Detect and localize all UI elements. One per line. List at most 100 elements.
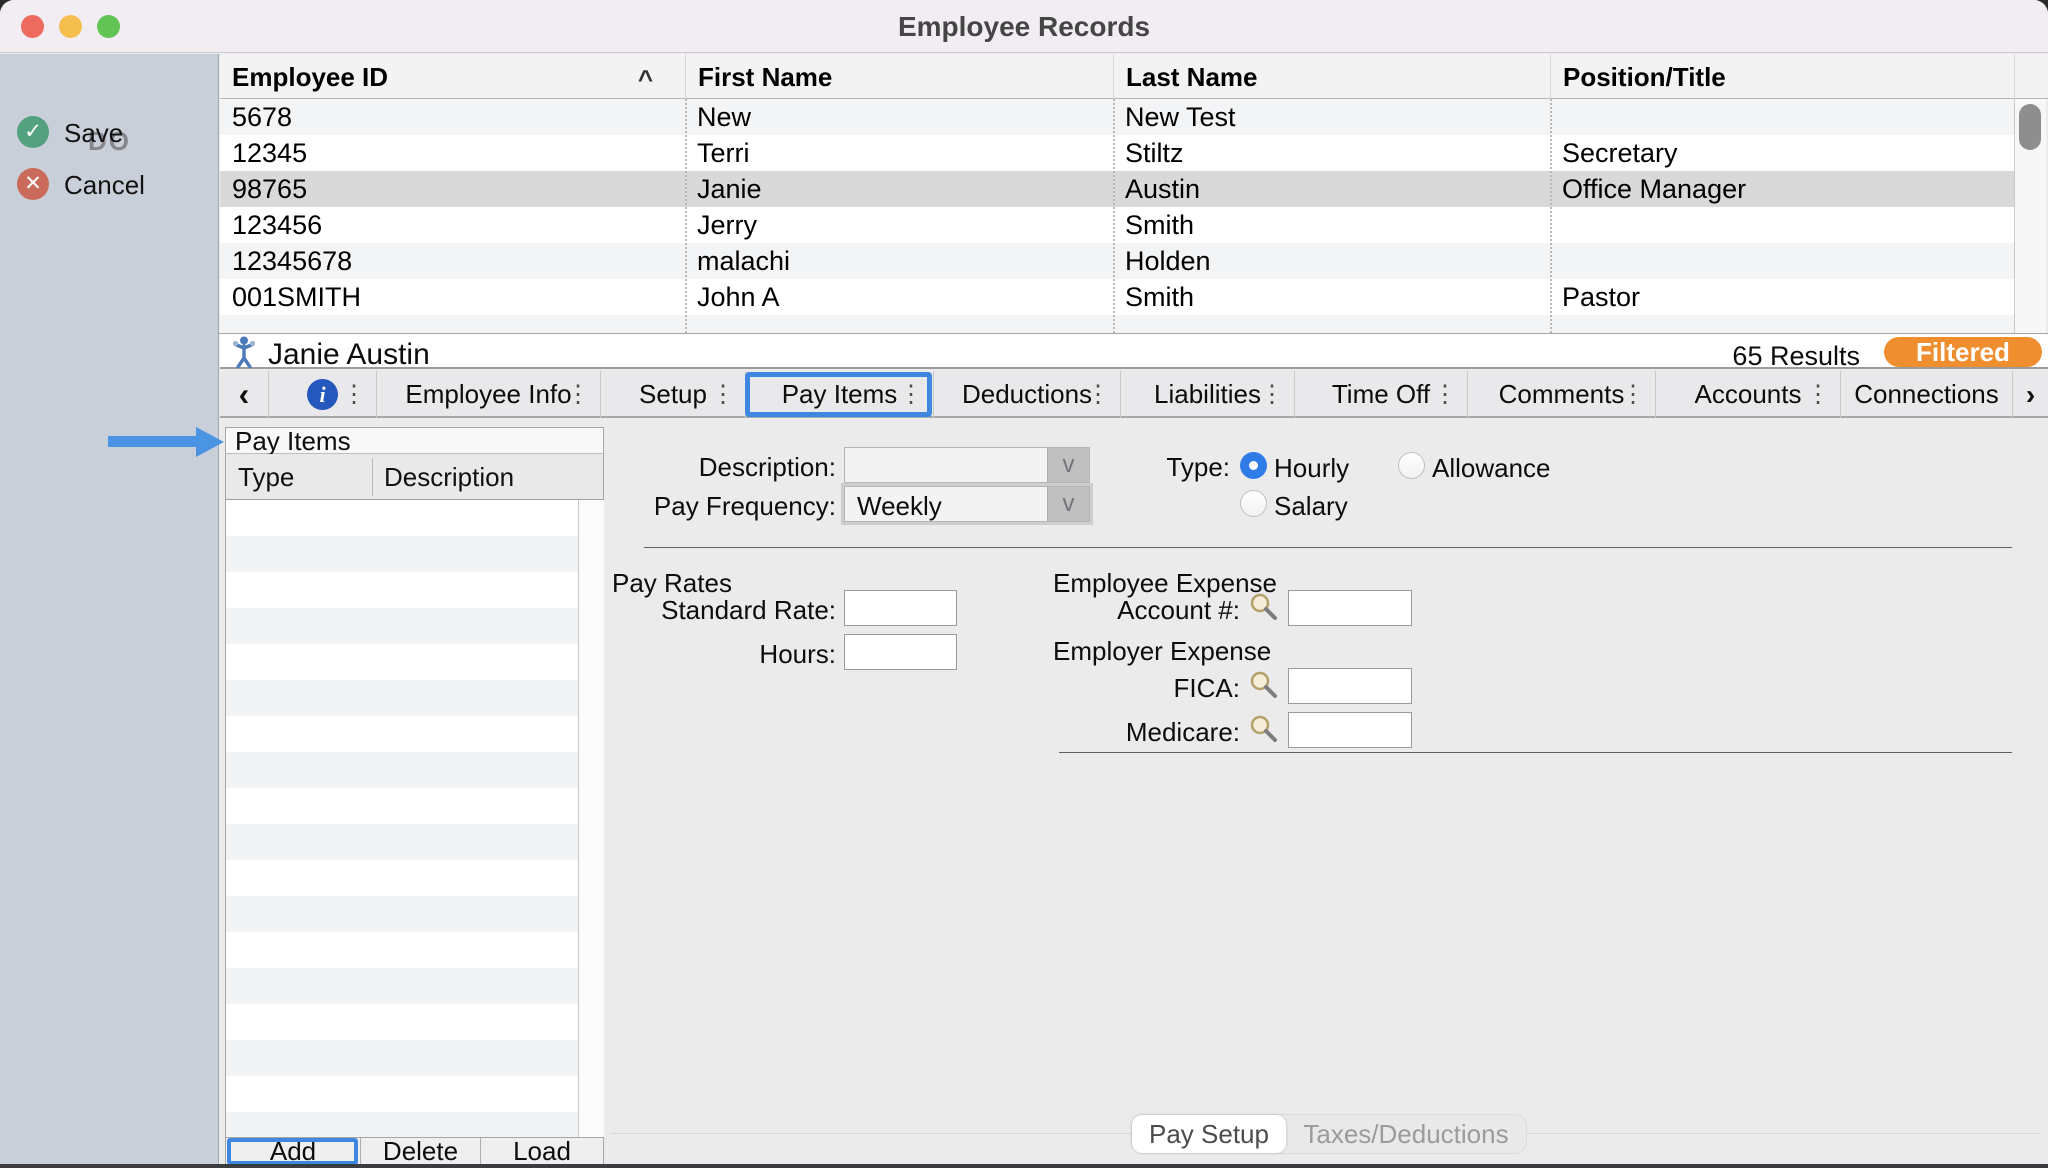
medicare-input[interactable] — [1288, 712, 1412, 748]
radio-salary[interactable] — [1240, 490, 1267, 517]
section-divider — [1059, 752, 2012, 753]
bottom-tab-switcher: Pay SetupTaxes/Deductions — [1131, 1114, 1527, 1154]
chevron-down-icon: v — [1047, 487, 1089, 521]
tab-label: Pay Items — [782, 379, 898, 410]
tab-setup[interactable]: Setup⋮ — [600, 371, 745, 418]
tab-accounts[interactable]: Accounts⋮ — [1655, 371, 1840, 418]
radio-hourly[interactable] — [1240, 452, 1267, 479]
description-dropdown[interactable]: v — [844, 447, 1090, 483]
table-cell: 12345 — [220, 135, 685, 171]
pay-frequency-dropdown[interactable]: Weekly v — [844, 486, 1090, 522]
bottom-tab-taxes-deductions[interactable]: Taxes/Deductions — [1286, 1115, 1526, 1153]
table-row[interactable]: 98765JanieAustinOffice Manager — [220, 171, 2014, 207]
table-cell: New — [685, 99, 1113, 135]
table-row[interactable]: 5678NewNew Test — [220, 99, 2014, 135]
table-cell: Terri — [685, 135, 1113, 171]
column-header-employee-id[interactable]: Employee ID^ — [220, 54, 685, 99]
tab-scroll-left-button[interactable]: ‹ — [220, 371, 268, 418]
record-info-tab[interactable]: i⋮ — [268, 371, 376, 418]
chevron-down-icon: v — [1047, 448, 1089, 482]
chevron-left-icon: ‹ — [239, 376, 250, 413]
tab-employee-info[interactable]: Employee Info⋮ — [376, 371, 600, 418]
hours-label: Hours: — [500, 639, 836, 670]
standard-rate-input[interactable] — [844, 590, 957, 626]
radio-allowance[interactable] — [1398, 452, 1425, 479]
section-divider — [644, 547, 2012, 548]
cancel-button[interactable]: ✕ Cancel — [0, 168, 219, 202]
account-number-label: Account #: — [1020, 595, 1240, 626]
tab-scroll-right-button[interactable]: › — [2012, 371, 2048, 418]
account-lookup-icon[interactable] — [1248, 592, 1278, 620]
annotation-arrow-head — [196, 427, 224, 457]
table-row[interactable]: 12345678malachiHolden — [220, 243, 2014, 279]
column-header-position-title[interactable]: Position/Title — [1550, 54, 2014, 99]
tab-pay-items[interactable]: Pay Items⋮ — [745, 371, 933, 418]
table-row[interactable]: 001SMITHJohn ASmithPastor — [220, 279, 2014, 315]
pay-items-panel-title: Pay Items — [225, 427, 604, 454]
tab-connections[interactable]: Connections — [1840, 371, 2012, 418]
column-header-first-name[interactable]: First Name — [685, 54, 1113, 99]
filtered-badge[interactable]: Filtered — [1884, 337, 2042, 367]
kebab-menu-icon[interactable]: ⋮ — [1806, 380, 1830, 409]
sort-ascending-icon: ^ — [638, 64, 653, 95]
table-cell: 12345678 — [220, 243, 685, 279]
employee-table: 5678NewNew Test12345TerriStiltzSecretary… — [220, 99, 2014, 333]
tab-comments[interactable]: Comments⋮ — [1467, 371, 1655, 418]
employee-table-header: Employee ID^First NameLast NamePosition/… — [220, 54, 2048, 99]
table-cell: Secretary — [1550, 135, 2014, 171]
add-button[interactable]: Add — [226, 1138, 361, 1165]
results-count: 65 Results — [1560, 341, 1860, 372]
table-cell: Holden — [1113, 243, 1550, 279]
column-separator — [685, 99, 687, 333]
kebab-menu-icon[interactable]: ⋮ — [1260, 380, 1284, 409]
bottom-tab-pay-setup[interactable]: Pay Setup — [1132, 1115, 1286, 1153]
kebab-menu-icon[interactable]: ⋮ — [711, 380, 735, 409]
tab-time-off[interactable]: Time Off⋮ — [1294, 371, 1467, 418]
table-row[interactable]: 12345TerriStiltzSecretary — [220, 135, 2014, 171]
record-tab-strip: ‹i⋮Employee Info⋮Setup⋮Pay Items⋮Deducti… — [220, 371, 2048, 418]
radio-label-salary: Salary — [1274, 491, 1348, 522]
kebab-menu-icon[interactable]: ⋮ — [899, 380, 923, 409]
kebab-menu-icon[interactable]: ⋮ — [1621, 380, 1645, 409]
table-cell: Austin — [1113, 171, 1550, 207]
column-header-last-name[interactable]: Last Name — [1113, 54, 1550, 99]
action-sidebar: DO ✓ Save ✕ Cancel « Collapse — [0, 54, 219, 1164]
save-check-icon: ✓ — [17, 116, 49, 148]
column-separator — [1550, 99, 1552, 333]
table-cell: New Test — [1113, 99, 1550, 135]
tab-liabilities[interactable]: Liabilities⋮ — [1120, 371, 1294, 418]
fica-input[interactable] — [1288, 668, 1412, 704]
kebab-menu-icon[interactable]: ⋮ — [342, 380, 366, 409]
account-number-input[interactable] — [1288, 590, 1412, 626]
pay-frequency-value: Weekly — [857, 491, 942, 522]
tab-label: Connections — [1854, 379, 1999, 410]
load-button[interactable]: Load — [481, 1138, 603, 1165]
kebab-menu-icon[interactable]: ⋮ — [1086, 380, 1110, 409]
type-column-header[interactable]: Type — [238, 462, 294, 493]
cancel-label: Cancel — [64, 170, 145, 201]
tab-deductions[interactable]: Deductions⋮ — [933, 371, 1120, 418]
tab-label: Liabilities — [1154, 379, 1261, 410]
window-title: Employee Records — [0, 11, 2048, 43]
table-cell: Pastor — [1550, 279, 2014, 315]
medicare-lookup-icon[interactable] — [1248, 714, 1278, 742]
tab-label: Time Off — [1332, 379, 1430, 410]
table-scrollbar-track[interactable] — [2014, 99, 2046, 333]
table-cell: Smith — [1113, 279, 1550, 315]
kebab-menu-icon[interactable]: ⋮ — [566, 380, 590, 409]
table-row[interactable]: 123456JerrySmith — [220, 207, 2014, 243]
pay-frequency-label: Pay Frequency: — [560, 491, 836, 522]
description-column-header[interactable]: Description — [384, 462, 514, 493]
hours-input[interactable] — [844, 634, 957, 670]
fica-lookup-icon[interactable] — [1248, 670, 1278, 698]
table-cell: malachi — [685, 243, 1113, 279]
save-button[interactable]: ✓ Save — [0, 116, 219, 150]
table-scrollbar-thumb[interactable] — [2019, 104, 2041, 150]
pay-items-list-header: Type Description — [225, 454, 604, 500]
delete-button[interactable]: Delete — [361, 1138, 481, 1165]
employer-expense-heading: Employer Expense — [1053, 636, 1271, 667]
kebab-menu-icon[interactable]: ⋮ — [1433, 380, 1457, 409]
tab-label: Deductions — [962, 379, 1092, 410]
table-cell: Smith — [1113, 207, 1550, 243]
table-cell: Janie — [685, 171, 1113, 207]
